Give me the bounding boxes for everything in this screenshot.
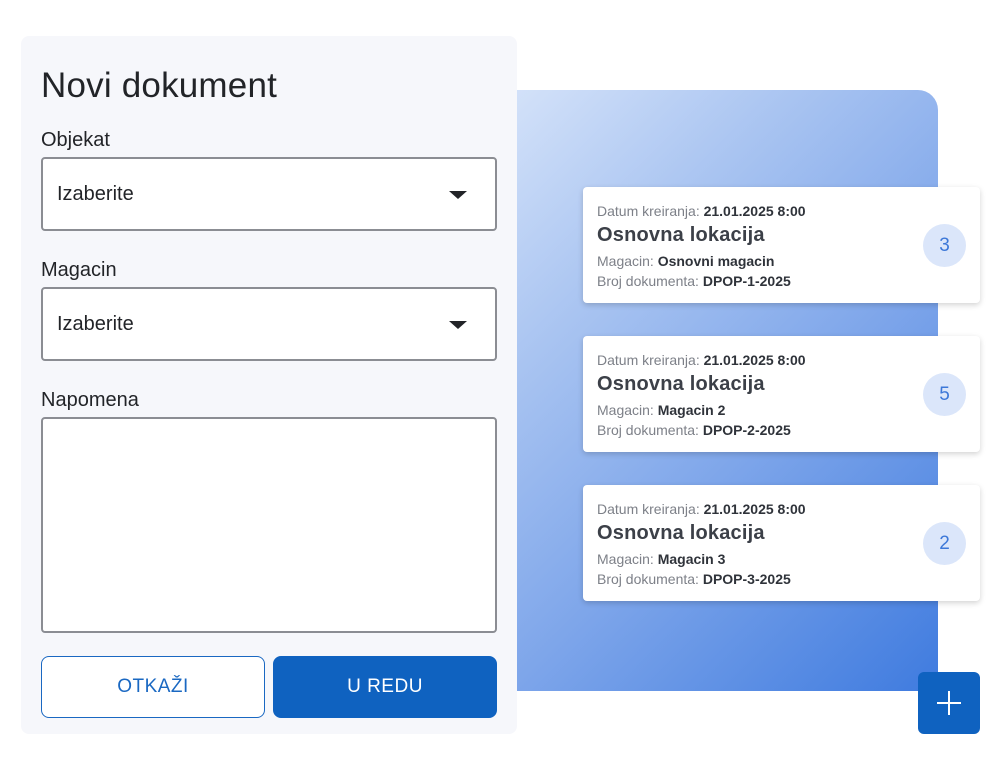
dialog-title: Novi dokument [41, 66, 278, 105]
dropdown-arrow-icon [449, 321, 467, 329]
warehouse-select-value: Izaberite [57, 312, 134, 335]
cancel-button[interactable]: OTKAŽI [41, 656, 265, 718]
card-warehouse-label: Magacin: [597, 551, 654, 567]
card-created-value: 21.01.2025 8:00 [703, 501, 806, 517]
card-created-label: Datum kreiranja: [597, 203, 700, 219]
dropdown-arrow-icon [449, 191, 467, 199]
card-created-line: Datum kreiranja: 21.01.2025 8:00 [597, 350, 966, 370]
item-count-badge: 2 [923, 522, 966, 565]
object-label: Objekat [41, 129, 110, 151]
card-title: Osnovna lokacija [597, 522, 765, 544]
card-warehouse-label: Magacin: [597, 253, 654, 269]
new-document-dialog: Novi dokument Objekat Izaberite Magacin … [21, 36, 517, 734]
card-warehouse-line: Magacin: Magacin 2 [597, 400, 966, 420]
card-created-value: 21.01.2025 8:00 [703, 203, 806, 219]
card-created-line: Datum kreiranja: 21.01.2025 8:00 [597, 499, 966, 519]
card-created-line: Datum kreiranja: 21.01.2025 8:00 [597, 201, 966, 221]
document-card[interactable]: Datum kreiranja: 21.01.2025 8:00 Osnovna… [583, 485, 980, 601]
card-doc-line: Broj dokumenta: DPOP-1-2025 [597, 271, 966, 291]
object-select-value: Izaberite [57, 182, 134, 205]
note-label: Napomena [41, 389, 139, 411]
card-warehouse-line: Magacin: Osnovni magacin [597, 251, 966, 271]
card-created-value: 21.01.2025 8:00 [703, 352, 806, 368]
object-select[interactable]: Izaberite [41, 157, 497, 231]
card-doc-value: DPOP-1-2025 [702, 273, 791, 289]
note-textarea[interactable] [41, 417, 497, 633]
card-title: Osnovna lokacija [597, 224, 765, 246]
card-warehouse-value: Osnovni magacin [657, 253, 775, 269]
card-warehouse-value: Magacin 3 [657, 551, 726, 567]
add-document-button[interactable] [918, 672, 980, 734]
card-doc-line: Broj dokumenta: DPOP-2-2025 [597, 420, 966, 440]
warehouse-select[interactable]: Izaberite [41, 287, 497, 361]
ok-button[interactable]: U REDU [273, 656, 497, 718]
card-title: Osnovna lokacija [597, 373, 765, 395]
item-count-badge: 5 [923, 373, 966, 416]
card-doc-value: DPOP-3-2025 [702, 571, 791, 587]
card-created-label: Datum kreiranja: [597, 352, 700, 368]
app-stage: Datum kreiranja: 21.01.2025 8:00 Osnovna… [0, 0, 1000, 770]
dialog-actions: OTKAŽI U REDU [41, 656, 497, 718]
document-card[interactable]: Datum kreiranja: 21.01.2025 8:00 Osnovna… [583, 336, 980, 452]
card-doc-value: DPOP-2-2025 [702, 422, 791, 438]
card-doc-line: Broj dokumenta: DPOP-3-2025 [597, 569, 966, 589]
card-warehouse-line: Magacin: Magacin 3 [597, 549, 966, 569]
card-doc-label: Broj dokumenta: [597, 273, 699, 289]
card-doc-label: Broj dokumenta: [597, 422, 699, 438]
card-warehouse-label: Magacin: [597, 402, 654, 418]
card-created-label: Datum kreiranja: [597, 501, 700, 517]
card-warehouse-value: Magacin 2 [657, 402, 726, 418]
document-card[interactable]: Datum kreiranja: 21.01.2025 8:00 Osnovna… [583, 187, 980, 303]
card-doc-label: Broj dokumenta: [597, 571, 699, 587]
warehouse-label: Magacin [41, 259, 117, 281]
item-count-badge: 3 [923, 224, 966, 267]
